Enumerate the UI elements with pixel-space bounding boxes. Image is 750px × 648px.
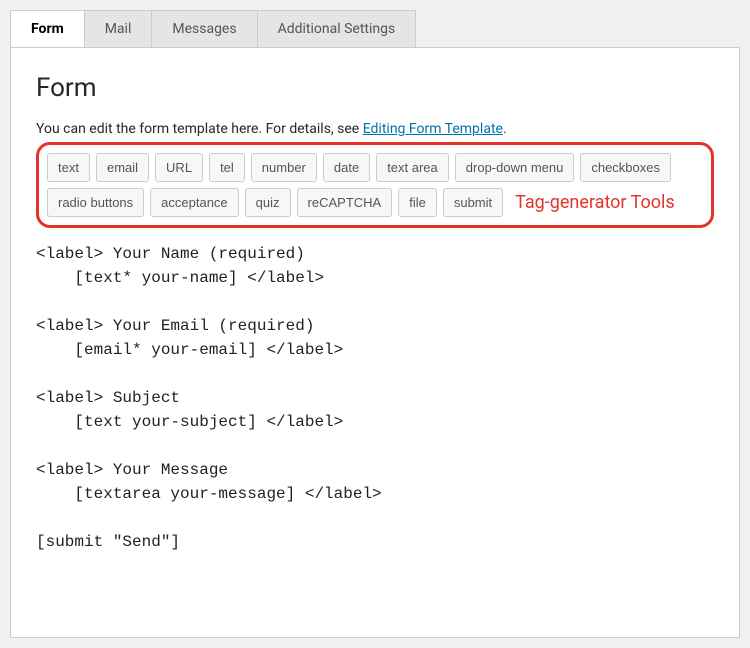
form-panel-container: Form Mail Messages Additional Settings F…	[10, 10, 740, 638]
tag-checkboxes-button[interactable]: checkboxes	[580, 153, 671, 182]
tab-messages[interactable]: Messages	[151, 10, 257, 47]
tag-text-button[interactable]: text	[47, 153, 90, 182]
tag-email-button[interactable]: email	[96, 153, 149, 182]
tag-file-button[interactable]: file	[398, 188, 437, 217]
tag-url-button[interactable]: URL	[155, 153, 203, 182]
panel-description: You can edit the form template here. For…	[36, 121, 714, 137]
tag-generator-toolbar: text email URL tel number date text area…	[47, 153, 703, 217]
tag-submit-button[interactable]: submit	[443, 188, 503, 217]
tab-form[interactable]: Form	[10, 10, 85, 47]
tag-acceptance-button[interactable]: acceptance	[150, 188, 239, 217]
editing-form-template-link[interactable]: Editing Form Template	[363, 121, 503, 137]
tag-number-button[interactable]: number	[251, 153, 317, 182]
tab-additional-settings[interactable]: Additional Settings	[257, 10, 417, 47]
panel-desc-suffix: .	[503, 121, 507, 137]
tag-tel-button[interactable]: tel	[209, 153, 245, 182]
panel-title: Form	[36, 73, 714, 103]
tag-date-button[interactable]: date	[323, 153, 370, 182]
tag-quiz-button[interactable]: quiz	[245, 188, 291, 217]
tab-content: Form You can edit the form template here…	[10, 48, 740, 638]
tag-recaptcha-button[interactable]: reCAPTCHA	[297, 188, 393, 217]
tag-generator-highlight-box: text email URL tel number date text area…	[36, 142, 714, 228]
tag-radio-button[interactable]: radio buttons	[47, 188, 144, 217]
tag-generator-annotation: Tag-generator Tools	[515, 192, 675, 213]
tab-nav: Form Mail Messages Additional Settings	[10, 10, 740, 48]
form-template-textarea[interactable]: <label> Your Name (required) [text* your…	[36, 236, 714, 608]
panel-desc-prefix: You can edit the form template here. For…	[36, 121, 363, 137]
tab-mail[interactable]: Mail	[84, 10, 153, 47]
tag-textarea-button[interactable]: text area	[376, 153, 449, 182]
tag-dropdown-button[interactable]: drop-down menu	[455, 153, 575, 182]
